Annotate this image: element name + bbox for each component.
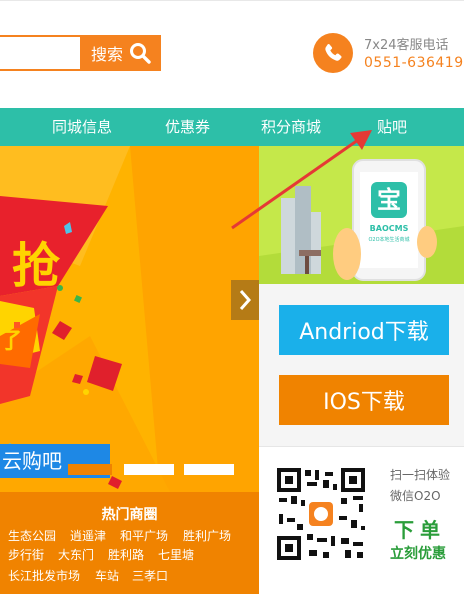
hot-districts-title: 热门商圈 [101, 507, 158, 523]
hotline-label: 7x24客服电话 [364, 38, 449, 53]
hotline-number: 0551-63641901 [364, 55, 464, 71]
order-slogan: 下单 [394, 518, 446, 542]
wechat-qr-code [275, 466, 367, 562]
chevron-right-icon [239, 290, 252, 310]
district-link[interactable]: 逍遥津 [70, 527, 106, 544]
phone-icon [325, 44, 342, 61]
app-promo-banner[interactable]: 宝 BAOCMS O2O本地生活商城 [259, 146, 464, 284]
app-subtitle: O2O本地生活商城 [368, 237, 410, 243]
district-link[interactable]: 车站 [95, 567, 119, 584]
district-link[interactable]: 步行街 [8, 546, 44, 563]
phone-badge [313, 33, 353, 73]
ios-download-button[interactable]: IOS下载 [279, 375, 449, 425]
search-button-label: 搜索 [90, 45, 123, 64]
banner-next-button[interactable] [231, 280, 259, 320]
scan-hint: 扫一扫体验 [390, 468, 451, 482]
slide-dot-3[interactable] [184, 464, 234, 475]
district-link[interactable]: 大东门 [58, 546, 94, 563]
main-nav: 同城信息 优惠券 积分商城 贴吧 [0, 108, 464, 146]
district-link[interactable]: 长江批发市场 [8, 567, 80, 584]
android-download-button[interactable]: Andriod下载 [279, 305, 449, 355]
district-link[interactable]: 三孝口 [132, 567, 168, 584]
app-name: BAOCMS [369, 224, 409, 233]
nav-item-forum[interactable]: 贴吧 [377, 108, 407, 146]
slide-dot-2[interactable] [124, 464, 174, 475]
instant-discount-slogan: 立刻优惠 [390, 546, 446, 562]
nav-item-points-mall[interactable]: 积分商城 [261, 108, 321, 146]
search-input[interactable] [0, 35, 82, 71]
app-promo-artwork [259, 146, 464, 284]
app-icon: 宝 [377, 186, 401, 214]
banner-subline: 了 [0, 329, 23, 354]
promo-banner[interactable]: 抢 了 [0, 146, 259, 492]
district-link[interactable]: 生态公园 [8, 527, 56, 544]
slide-dot-1[interactable] [68, 464, 112, 475]
banner-headline: 抢 [11, 238, 60, 294]
wechat-hint: 微信O2O [390, 489, 441, 503]
search-button[interactable]: 搜索 [81, 35, 161, 71]
district-link[interactable]: 胜利路 [108, 546, 144, 563]
nav-item-local-info[interactable]: 同城信息 [52, 108, 112, 146]
district-link[interactable]: 七里塘 [158, 546, 194, 563]
district-link[interactable]: 胜利广场 [183, 527, 231, 544]
banner-artwork [0, 146, 259, 492]
search-icon [130, 43, 151, 64]
district-link[interactable]: 和平广场 [120, 527, 168, 544]
nav-item-coupons[interactable]: 优惠券 [165, 108, 210, 146]
